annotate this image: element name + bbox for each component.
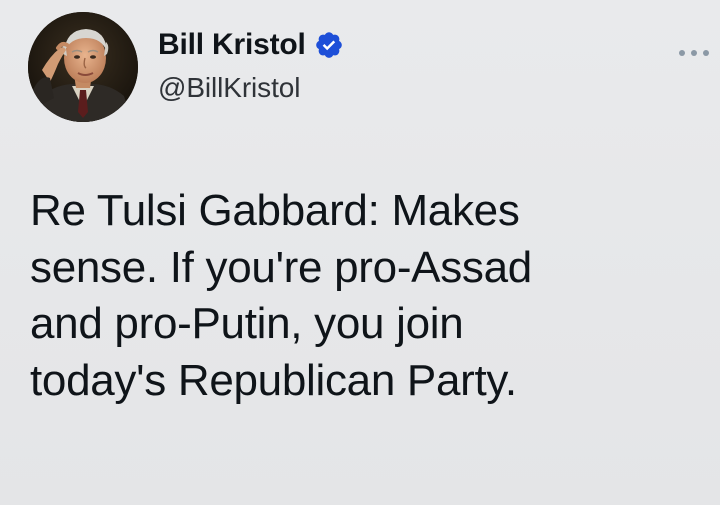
avatar-photo xyxy=(28,12,138,122)
author-identity: Bill Kristol @BillKristol xyxy=(158,26,344,106)
more-options-button[interactable] xyxy=(672,38,716,68)
verified-badge-icon[interactable] xyxy=(314,30,344,60)
author-display-name[interactable]: Bill Kristol xyxy=(158,26,306,64)
tweet-card[interactable]: Bill Kristol @BillKristol Re Tulsi Gabba… xyxy=(0,0,720,505)
avatar[interactable] xyxy=(28,12,138,122)
more-horizontal-icon xyxy=(679,50,709,56)
name-row: Bill Kristol xyxy=(158,26,344,64)
tweet-text: Re Tulsi Gabbard: Makes sense. If you're… xyxy=(30,186,532,405)
tweet-header: Bill Kristol @BillKristol xyxy=(28,12,720,124)
author-handle[interactable]: @BillKristol xyxy=(158,70,344,106)
